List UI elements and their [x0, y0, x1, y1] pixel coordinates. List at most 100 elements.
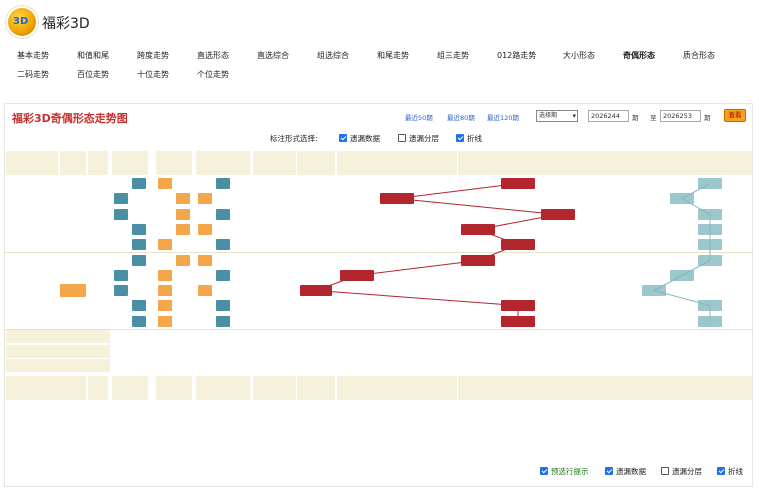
predict-cell[interactable]: [112, 330, 130, 343]
row-eee: [578, 177, 608, 190]
row-ooe: [337, 177, 377, 190]
predict-cell[interactable]: [724, 359, 752, 372]
row-t-even: [176, 224, 190, 235]
predict-cell[interactable]: [498, 330, 538, 343]
predict-cell[interactable]: [130, 359, 148, 372]
predict-cell[interactable]: [196, 345, 214, 358]
subheader-eoo: [417, 163, 457, 175]
predict-cell[interactable]: [724, 330, 752, 343]
predict-cell[interactable]: [214, 345, 232, 358]
predict-cell[interactable]: [696, 330, 724, 343]
predict-cell[interactable]: [174, 359, 192, 372]
bottom-option-1[interactable]: 遗漏数据: [605, 466, 646, 477]
footer-header-prize: [60, 376, 86, 400]
row-h-odd: [114, 300, 128, 311]
predict-cell[interactable]: [578, 330, 608, 343]
predict-cell[interactable]: [417, 330, 457, 343]
predict-cell[interactable]: [156, 345, 174, 358]
row-eoe: [498, 254, 538, 267]
stats-group: [498, 447, 538, 460]
predict-cell[interactable]: [377, 359, 417, 372]
footer-subheader-odd: [156, 376, 174, 388]
predict-cell[interactable]: [130, 345, 148, 358]
predict-cell[interactable]: [538, 330, 578, 343]
row-pattern-char: [256, 254, 268, 267]
predict-cell[interactable]: [578, 345, 608, 358]
predict-cell[interactable]: [337, 345, 377, 358]
predict-cell[interactable]: [417, 359, 457, 372]
predict-cell[interactable]: [668, 330, 696, 343]
row-sum: [88, 299, 108, 312]
predict-cell[interactable]: [337, 330, 377, 343]
predict-cell[interactable]: [156, 330, 174, 343]
row-oee: [538, 299, 578, 312]
predict-cell[interactable]: [196, 359, 214, 372]
predict-cell[interactable]: [640, 359, 668, 372]
predict-cell[interactable]: [214, 330, 232, 343]
row-pattern-char: [268, 238, 280, 251]
predict-cell[interactable]: [130, 330, 148, 343]
predict-cell[interactable]: [297, 345, 335, 358]
row-t-even: [176, 300, 190, 311]
row-ooo: [297, 269, 335, 282]
checkbox-icon: [605, 467, 613, 475]
predict-cell[interactable]: [214, 359, 232, 372]
bottom-option-3[interactable]: 折线: [717, 466, 743, 477]
predict-cell[interactable]: [538, 359, 578, 372]
stats-group: [377, 417, 417, 430]
row-week: [42, 238, 58, 251]
predict-cell[interactable]: [337, 359, 377, 372]
footer-subheader-r21: [668, 376, 696, 388]
predict-cell[interactable]: [196, 330, 214, 343]
row-u-odd: [198, 178, 212, 189]
predict-cell[interactable]: [174, 345, 192, 358]
row-ratio-trend: [724, 254, 752, 267]
predict-row-label[interactable]: [6, 344, 110, 358]
row-pattern-char: [268, 223, 280, 236]
predict-row-label[interactable]: [6, 359, 110, 372]
row-prize: [60, 254, 86, 267]
predict-cell[interactable]: [696, 345, 724, 358]
predict-cell[interactable]: [668, 345, 696, 358]
predict-cell[interactable]: [377, 345, 417, 358]
predict-cell[interactable]: [498, 345, 538, 358]
predict-cell[interactable]: [458, 359, 498, 372]
row-pattern-char: [268, 192, 280, 205]
predict-cell[interactable]: [640, 345, 668, 358]
predict-cell[interactable]: [297, 359, 335, 372]
stats-pos: [174, 417, 192, 430]
row-sum: [88, 192, 108, 205]
row-ratio-trend: [640, 238, 668, 251]
bottom-option-2[interactable]: 遗漏分层: [661, 466, 702, 477]
predict-cell[interactable]: [696, 359, 724, 372]
predict-cell[interactable]: [377, 330, 417, 343]
predict-cell[interactable]: [112, 345, 130, 358]
row-week: [42, 177, 58, 190]
header-units: [196, 151, 232, 163]
row-u-odd: [198, 209, 212, 220]
predict-cell[interactable]: [417, 345, 457, 358]
stats-ratio: [640, 447, 668, 460]
predict-cell[interactable]: [640, 330, 668, 343]
bottom-option-0[interactable]: 预选行提示: [540, 466, 589, 477]
subheader-ooo: [297, 163, 335, 175]
predict-cell[interactable]: [458, 345, 498, 358]
predict-row-label[interactable]: [6, 330, 110, 343]
row-issue: [6, 299, 42, 312]
predict-cell[interactable]: [112, 359, 130, 372]
predict-cell[interactable]: [668, 359, 696, 372]
row-oeo: [377, 223, 417, 236]
predict-cell[interactable]: [498, 359, 538, 372]
predict-cell[interactable]: [156, 359, 174, 372]
subheader-even: [214, 163, 232, 175]
predict-cell[interactable]: [538, 345, 578, 358]
predict-cell[interactable]: [578, 359, 608, 372]
row-sum: [88, 177, 108, 190]
stats-pos: [214, 417, 232, 430]
predict-cell[interactable]: [458, 330, 498, 343]
predict-cell[interactable]: [297, 330, 335, 343]
predict-cell[interactable]: [724, 345, 752, 358]
row-h-even: [132, 316, 146, 327]
predict-cell[interactable]: [174, 330, 192, 343]
subheader-eoe: [498, 163, 538, 175]
